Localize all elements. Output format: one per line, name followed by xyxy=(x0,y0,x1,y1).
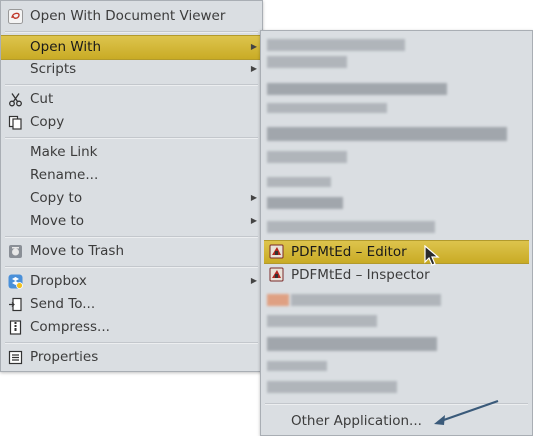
properties-icon xyxy=(8,350,23,365)
menu-separator xyxy=(5,266,258,268)
context-menu: Open With Document Viewer Open With ▶ Sc… xyxy=(0,0,263,372)
redacted-app-entry[interactable] xyxy=(267,127,507,141)
compress-icon xyxy=(8,320,23,335)
menu-item-send-to[interactable]: Send To... xyxy=(1,293,262,316)
menu-item-properties[interactable]: Properties xyxy=(1,346,262,369)
menu-item-make-link[interactable]: Make Link xyxy=(1,141,262,164)
annotation-arrow-icon xyxy=(434,399,499,425)
menu-item-cut[interactable]: Cut xyxy=(1,88,262,111)
menu-separator xyxy=(5,31,258,33)
menu-separator xyxy=(5,84,258,86)
redacted-app-entry[interactable] xyxy=(267,83,447,95)
menu-separator xyxy=(5,137,258,139)
trash-icon xyxy=(8,244,23,259)
redacted-app-entry[interactable] xyxy=(291,294,441,306)
submenu-item-pdfmted-inspector[interactable]: PDFMtEd – Inspector xyxy=(264,264,529,286)
redacted-app-entry[interactable] xyxy=(267,197,343,209)
menu-item-move-to[interactable]: Move to ▶ xyxy=(1,210,262,233)
redacted-app-entry[interactable] xyxy=(267,151,347,163)
redacted-app-entry[interactable] xyxy=(267,381,397,393)
submenu-arrow-icon: ▶ xyxy=(250,216,257,225)
copy-icon xyxy=(8,115,23,130)
menu-item-scripts[interactable]: Scripts ▶ xyxy=(1,58,262,81)
submenu-arrow-icon: ▶ xyxy=(250,193,257,202)
menu-item-copy-to[interactable]: Copy to ▶ xyxy=(1,187,262,210)
menu-item-compress[interactable]: Compress... xyxy=(1,316,262,339)
menu-item-open-with-document-viewer[interactable]: Open With Document Viewer xyxy=(1,5,262,28)
open-with-submenu: PDFMtEd – Editor PDFMtEd – Inspector Oth… xyxy=(260,30,533,436)
redacted-app-icon xyxy=(267,294,289,306)
redacted-app-entry[interactable] xyxy=(267,361,327,371)
menu-item-dropbox[interactable]: Dropbox ▶ xyxy=(1,270,262,293)
send-to-icon xyxy=(8,297,23,312)
redacted-app-entry[interactable] xyxy=(267,221,435,233)
menu-item-open-with[interactable]: Open With ▶ xyxy=(1,35,262,60)
redacted-app-entry[interactable] xyxy=(267,56,347,68)
menu-separator xyxy=(5,342,258,344)
scissors-icon xyxy=(8,92,23,107)
redacted-app-entry[interactable] xyxy=(267,177,331,187)
submenu-arrow-icon: ▶ xyxy=(250,276,257,285)
pdfmted-icon xyxy=(269,267,284,282)
redacted-app-entry[interactable] xyxy=(267,315,377,327)
menu-item-copy[interactable]: Copy xyxy=(1,111,262,134)
menu-item-rename[interactable]: Rename... xyxy=(1,164,262,187)
submenu-item-pdfmted-editor[interactable]: PDFMtEd – Editor xyxy=(264,240,529,264)
redacted-app-entry[interactable] xyxy=(267,39,405,51)
dropbox-icon xyxy=(8,274,23,289)
pdfmted-icon xyxy=(269,244,284,259)
redacted-app-entry[interactable] xyxy=(267,103,387,113)
menu-item-move-to-trash[interactable]: Move to Trash xyxy=(1,240,262,263)
submenu-arrow-icon: ▶ xyxy=(250,42,257,51)
mouse-cursor-icon xyxy=(424,245,440,266)
document-viewer-icon xyxy=(8,9,23,24)
redacted-app-entry[interactable] xyxy=(267,337,437,351)
menu-separator xyxy=(5,236,258,238)
submenu-arrow-icon: ▶ xyxy=(250,64,257,73)
